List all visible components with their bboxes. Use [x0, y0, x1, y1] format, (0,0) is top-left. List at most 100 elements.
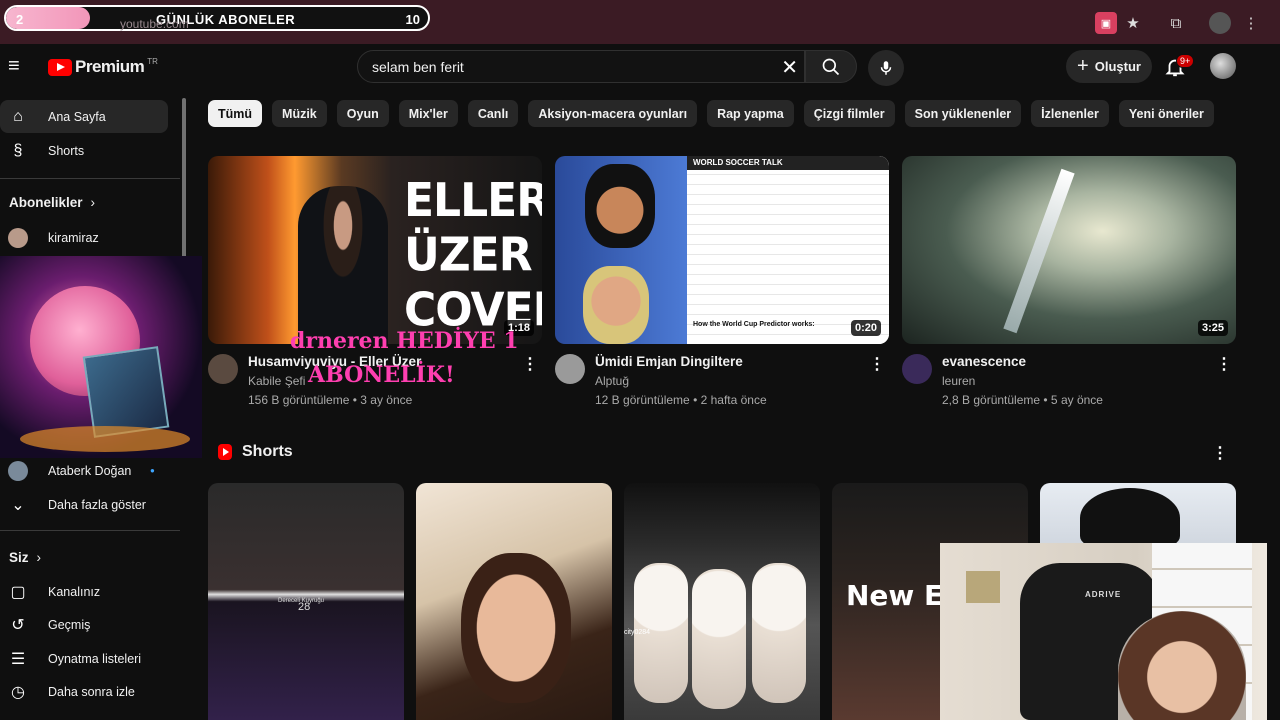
search-button[interactable]	[805, 50, 857, 83]
youtube-play-icon	[48, 58, 72, 76]
sidebar-item-label: kiramiraz	[48, 230, 99, 245]
video-thumbnail[interactable]: 3:25	[902, 156, 1236, 344]
channel-avatar[interactable]	[902, 354, 932, 384]
channel-name[interactable]: Kabile Şefi	[248, 374, 305, 388]
sidebar-item-label: Oynatma listeleri	[48, 651, 142, 666]
video-meta: 156 B görüntüleme • 3 ay önce	[248, 393, 413, 407]
channel-icon: ▢	[10, 583, 26, 601]
subscriptions-heading[interactable]: Abonelikler ›	[9, 195, 95, 210]
host-face-2	[583, 266, 649, 344]
shorts-logo-icon	[218, 444, 232, 460]
kitten-figure	[692, 569, 746, 709]
video-thumbnail[interactable]: ELLER ÜZER COVER 1:18	[208, 156, 542, 344]
more-vert-icon[interactable]: ⋮	[1216, 354, 1232, 374]
browser-toolbar: 2 GÜNLÜK ABONELER 10 youtube.com ▣ ★ ⧉ ⋮	[0, 0, 1280, 44]
extensions-icon[interactable]: ⧉	[1165, 12, 1187, 34]
sidebar-scroll-thumb[interactable]	[182, 98, 186, 258]
creature-box	[82, 346, 170, 438]
channel-avatar[interactable]	[555, 354, 585, 384]
you-heading[interactable]: Siz ›	[9, 550, 41, 565]
kitten-figure	[752, 563, 806, 703]
sidebar-item-your-channel[interactable]: ▢ Kanalınız	[0, 575, 168, 608]
logo-text: Premium	[75, 57, 145, 76]
sidebar-item-label: Geçmiş	[48, 617, 91, 632]
thumbnail-header: WORLD SOCCER TALK	[687, 156, 889, 170]
create-label: Oluştur	[1094, 59, 1141, 74]
video-card[interactable]: WORLD SOCCER TALK How the World Cup Pred…	[555, 156, 889, 414]
streamer-figure	[1118, 611, 1246, 720]
goal-target-count: 10	[405, 12, 420, 27]
clear-search-icon[interactable]: ✕	[781, 55, 798, 80]
sidebar-item-history[interactable]: ↺ Geçmiş	[0, 608, 168, 641]
sidebar-item-watch-later[interactable]: ◷ Daha sonra izle	[0, 675, 168, 708]
create-button[interactable]: + Oluştur	[1066, 50, 1152, 83]
chip-all[interactable]: Tümü	[208, 100, 263, 127]
more-vert-icon[interactable]: ⋮	[1240, 12, 1262, 34]
sidebar-item-shorts[interactable]: § Shorts	[0, 134, 168, 167]
chip-new-to-you[interactable]: Yeni öneriler	[1118, 100, 1214, 127]
search-query[interactable]: selam ben ferit	[372, 59, 464, 75]
prediction-table	[687, 156, 889, 344]
more-vert-icon[interactable]: ⋮	[1212, 443, 1228, 463]
sidebar-item-subscription[interactable]: kiramiraz	[0, 221, 168, 254]
more-vert-icon[interactable]: ⋮	[522, 354, 538, 374]
cast-icon[interactable]: ▣	[1095, 12, 1117, 34]
host-face-1	[585, 164, 655, 248]
divider	[0, 530, 180, 531]
short-card[interactable]	[416, 483, 612, 720]
chip-music[interactable]: Müzik	[272, 100, 327, 127]
chip-recent[interactable]: Son yüklenenler	[904, 100, 1022, 127]
sidebar-item-label: Ana Sayfa	[48, 109, 106, 124]
wall-poster	[966, 571, 1000, 603]
new-content-dot: ●	[150, 466, 155, 475]
show-more-button[interactable]: ⌄ Daha fazla göster	[0, 488, 168, 521]
channel-name[interactable]: leuren	[942, 374, 975, 388]
sidebar-item-playlists[interactable]: ☰ Oynatma listeleri	[0, 642, 168, 675]
filter-chips-bar: Tümü Müzik Oyun Mix'ler Canlı Aksiyon-ma…	[208, 100, 1224, 127]
thumbnail-text: ELLER ÜZER COVER	[404, 174, 542, 337]
chip-action-adventure[interactable]: Aksiyon-macera oyunları	[528, 100, 698, 127]
channel-avatar	[8, 460, 28, 481]
chip-live[interactable]: Canlı	[467, 100, 519, 127]
chip-rap[interactable]: Rap yapma	[707, 100, 794, 127]
channel-avatar[interactable]	[208, 354, 238, 384]
hamburger-menu-icon[interactable]: ≡	[8, 56, 28, 76]
chip-cartoons[interactable]: Çizgi filmler	[803, 100, 895, 127]
more-vert-icon[interactable]: ⋮	[869, 354, 885, 374]
short-card[interactable]: city0284	[624, 483, 820, 720]
video-title[interactable]: Ümidi Emjan Dingiltere	[595, 354, 743, 369]
stream-overlay-sub-text: ABONELİK!	[308, 362, 455, 388]
shorts-heading-label: Shorts	[242, 443, 293, 460]
guitarist-figure	[298, 186, 388, 344]
chip-mixes[interactable]: Mix'ler	[398, 100, 458, 127]
account-avatar[interactable]	[1210, 53, 1236, 79]
chevron-right-icon: ›	[36, 550, 42, 565]
short-card[interactable]: Dereceli Kuyruğu 28	[208, 483, 404, 720]
channel-name[interactable]: Alptuğ	[595, 374, 629, 388]
playlists-icon: ☰	[10, 650, 26, 668]
chip-gaming[interactable]: Oyun	[336, 100, 389, 127]
profile-icon[interactable]	[1209, 12, 1231, 34]
logo-region: TR	[147, 56, 158, 66]
shorts-shelf-heading: Shorts	[218, 443, 293, 461]
notifications-badge: 9+	[1176, 54, 1195, 68]
sidebar-item-subscription[interactable]: Ataberk Doğan	[0, 454, 168, 487]
clock-icon: ◷	[11, 683, 25, 701]
video-title[interactable]: evanescence	[942, 354, 1026, 369]
sidebar-item-home[interactable]: ⌂ Ana Sayfa	[0, 100, 168, 133]
chevron-right-icon: ›	[90, 195, 96, 210]
video-card[interactable]: 3:25 evanescence leuren 2,8 B görüntülem…	[902, 156, 1236, 414]
address-bar-url[interactable]: youtube.com	[120, 17, 189, 31]
voice-search-button[interactable]	[868, 50, 904, 86]
search-input[interactable]: selam ben ferit ✕	[357, 50, 805, 83]
short-tag-text: city0284	[624, 629, 651, 636]
video-card[interactable]: ELLER ÜZER COVER 1:18 Husamviyuviyu - El…	[208, 156, 542, 414]
chip-watched[interactable]: İzlenenler	[1031, 100, 1109, 127]
video-thumbnail[interactable]: WORLD SOCCER TALK How the World Cup Pred…	[555, 156, 889, 344]
bookmark-star-icon[interactable]: ★	[1122, 12, 1144, 34]
stream-overlay-gift-text: drneren HEDİYE 1	[290, 328, 519, 354]
history-icon: ↺	[11, 616, 25, 634]
youtube-logo[interactable]: Premium TR	[48, 57, 158, 77]
goal-current-count: 2	[16, 12, 24, 27]
home-icon: ⌂	[13, 107, 23, 125]
